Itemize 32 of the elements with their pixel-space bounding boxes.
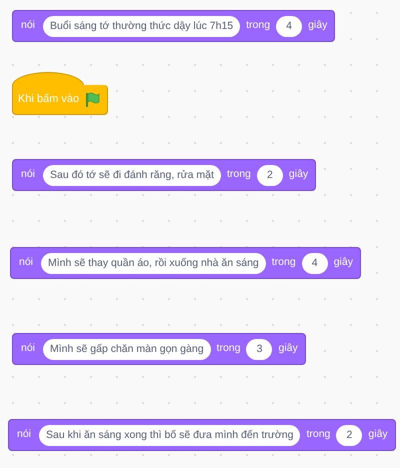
block-label: Khi bấm vào	[18, 92, 80, 108]
seconds-input[interactable]: 2	[336, 424, 362, 446]
block-label: nói	[17, 427, 32, 442]
block-label: giây	[308, 18, 328, 34]
flag-icon	[84, 92, 100, 108]
seconds-input[interactable]: 2	[256, 164, 283, 186]
block-label: nói	[21, 18, 36, 34]
say-block[interactable]: nói Mình sẽ thay quần áo, rồi xuống nhà ăn sáng trong 4 giây	[10, 247, 361, 279]
message-input[interactable]: Sau đó tớ sẽ đi đánh răng, rửa mặt	[43, 164, 221, 186]
say-block[interactable]: nói Sau đó tớ sẽ đi đánh răng, rửa mặt trong 2 giây	[12, 159, 316, 191]
seconds-input[interactable]: 4	[302, 252, 328, 274]
say-block[interactable]: nói Mình sẽ gấp chăn màn gọn gàng trong 3 giây	[12, 333, 306, 365]
message-input[interactable]: Buổi sáng tớ thường thức dậy lúc 7h15	[43, 16, 240, 36]
message-input[interactable]: Mình sẽ thay quần áo, rồi xuống nhà ăn sáng	[41, 252, 266, 274]
block-label: giây	[278, 341, 298, 356]
seconds-input[interactable]: 4	[276, 16, 302, 36]
seconds-input[interactable]: 3	[246, 338, 272, 360]
block-label: trong	[216, 341, 240, 356]
message-input[interactable]: Sau khi ăn sáng xong thì bố sẽ đưa mình đến trường	[39, 424, 300, 446]
block-label: giây	[368, 427, 388, 442]
message-input[interactable]: Mình sẽ gấp chăn màn gọn gàng	[43, 338, 211, 360]
block-label: giây	[334, 255, 353, 270]
block-label: trong	[306, 427, 330, 442]
block-label: trong	[272, 255, 296, 270]
block-label: nói	[21, 167, 36, 182]
say-block[interactable]: nói Buổi sáng tớ thường thức dậy lúc 7h15 trong 4 giây	[12, 10, 336, 42]
block-label: trong	[246, 18, 270, 34]
block-label: trong	[226, 167, 251, 182]
block-label: nói	[21, 341, 36, 356]
block-label: nói	[19, 255, 34, 270]
block-label: giây	[288, 167, 308, 182]
say-block[interactable]: nói Sau khi ăn sáng xong thì bố sẽ đưa mình đến trường trong 2 giây	[8, 419, 396, 451]
